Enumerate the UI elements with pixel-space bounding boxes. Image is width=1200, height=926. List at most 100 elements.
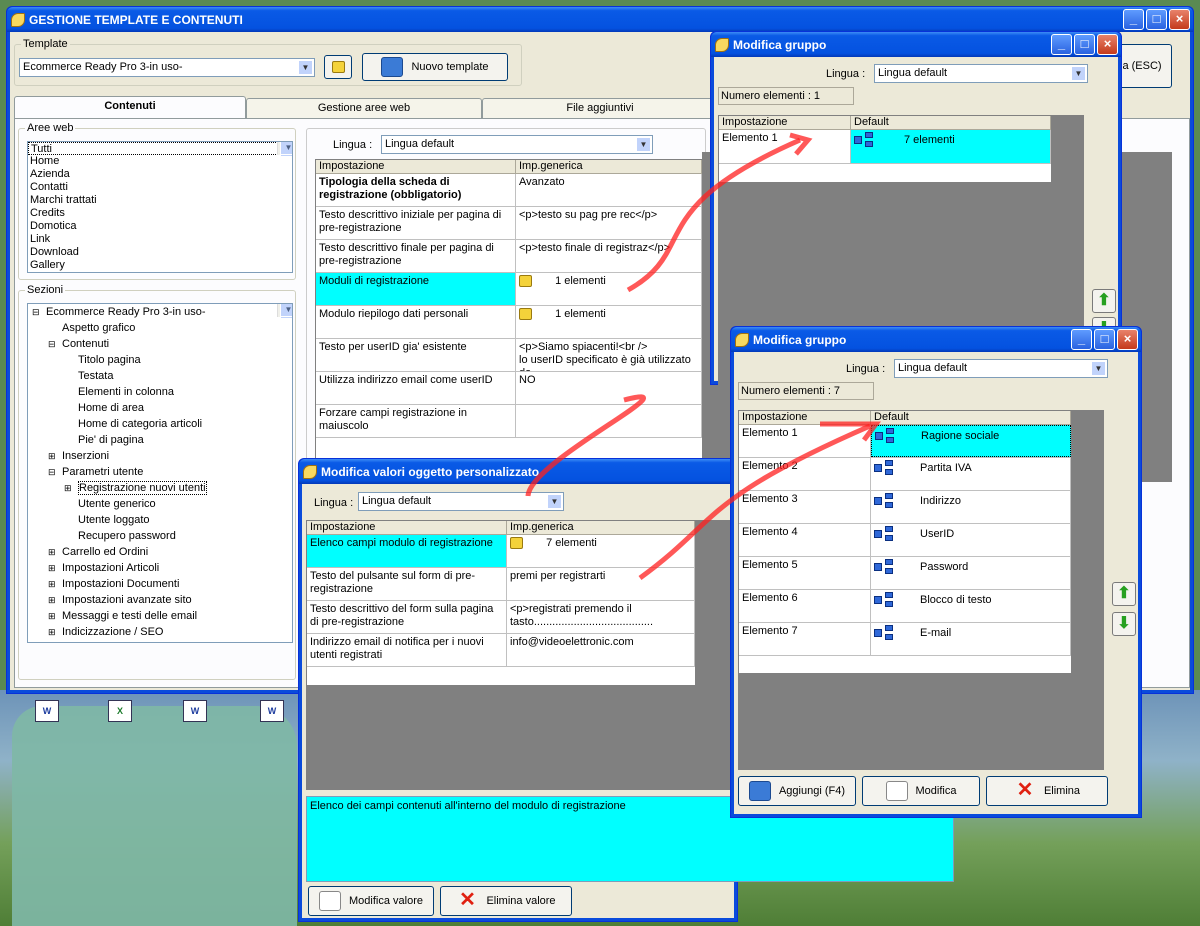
row-value[interactable]: Password: [871, 557, 1071, 589]
close-icon[interactable]: ×: [1169, 9, 1190, 30]
table-row[interactable]: Elemento 4 UserID: [739, 524, 1071, 557]
move-down-icon[interactable]: ⬇: [1112, 612, 1136, 636]
tree-item[interactable]: Home di area: [28, 400, 292, 416]
table-row[interactable]: Forzare campi registrazione in maiuscolo: [316, 405, 702, 438]
expander-icon[interactable]: ⊞: [48, 448, 62, 464]
expander-icon[interactable]: ⊞: [48, 624, 62, 640]
tree-item[interactable]: Aspetto grafico: [28, 320, 292, 336]
elimina-valore-button[interactable]: ✕ Elimina valore: [440, 886, 572, 916]
table-row[interactable]: Testo descrittivo iniziale per pagina di…: [316, 207, 702, 240]
tree-item[interactable]: Home di categoria articoli: [28, 416, 292, 432]
row-value[interactable]: <p>registrati premendo il tasto.........…: [507, 601, 695, 633]
tree-item[interactable]: ⊞ Impostazioni Documenti: [28, 576, 292, 592]
table-row[interactable]: Elemento 1 7 elementi: [719, 130, 1051, 164]
list-item[interactable]: Credits: [28, 207, 292, 220]
tree-item[interactable]: Recupero password: [28, 528, 292, 544]
word-document-icon[interactable]: W: [183, 700, 207, 722]
row-value[interactable]: 7 elementi: [851, 130, 1051, 163]
table-row[interactable]: Testo del pulsante sul form di pre-regis…: [307, 568, 695, 601]
row-value[interactable]: 1 elementi: [516, 273, 702, 305]
row-value[interactable]: premi per registrarti: [507, 568, 695, 600]
tree-item[interactable]: Utente loggato: [28, 512, 292, 528]
tree-item[interactable]: ⊞ Messaggi e testi delle email: [28, 608, 292, 624]
row-value[interactable]: 7 elementi: [507, 535, 695, 567]
table-row[interactable]: Elemento 1 Ragione sociale: [739, 425, 1071, 458]
table-row[interactable]: Elemento 6 Blocco di testo: [739, 590, 1071, 623]
list-item[interactable]: Domotica: [28, 220, 292, 233]
row-value[interactable]: Partita IVA: [871, 458, 1071, 490]
scroll-down-icon[interactable]: ▼: [280, 142, 292, 155]
open-folder-button[interactable]: [324, 55, 352, 79]
row-value[interactable]: Blocco di testo: [871, 590, 1071, 622]
table-row[interactable]: Modulo riepilogo dati personali 1 elemen…: [316, 306, 702, 339]
new-template-button[interactable]: Nuovo template: [362, 53, 508, 81]
maximize-icon[interactable]: □: [1094, 329, 1115, 350]
lingua-select[interactable]: Lingua default ▼: [894, 359, 1108, 378]
row-value[interactable]: UserID: [871, 524, 1071, 556]
list-item[interactable]: Home: [28, 155, 292, 168]
tree-item[interactable]: ⊟ Contenuti: [28, 336, 292, 352]
row-value[interactable]: NO: [516, 372, 702, 404]
word-document-icon[interactable]: W: [260, 700, 284, 722]
expander-icon[interactable]: ⊞: [48, 608, 62, 624]
chevron-down-icon[interactable]: ▼: [298, 60, 313, 75]
tree-item[interactable]: ⊞ Carrello ed Ordini: [28, 544, 292, 560]
tree-item[interactable]: ⊞ Indicizzazione / SEO: [28, 624, 292, 640]
table-row[interactable]: Elemento 7 E-mail: [739, 623, 1071, 656]
expander-icon[interactable]: ⊞: [48, 576, 62, 592]
chevron-down-icon[interactable]: ▼: [636, 137, 651, 152]
aggiungi-button[interactable]: Aggiungi (F4): [738, 776, 856, 806]
table-row[interactable]: Elemento 3 Indirizzo: [739, 491, 1071, 524]
word-document-icon[interactable]: W: [35, 700, 59, 722]
chevron-down-icon[interactable]: ▼: [1091, 361, 1106, 376]
elimina-button[interactable]: ✕ Elimina: [986, 776, 1108, 806]
tree-item[interactable]: Testata: [28, 368, 292, 384]
expander-icon[interactable]: ⊞: [48, 544, 62, 560]
modifica-button[interactable]: Modifica: [862, 776, 980, 806]
scroll-down-icon[interactable]: ▼: [280, 304, 292, 317]
lingua-select[interactable]: Lingua default ▼: [874, 64, 1088, 83]
list-item[interactable]: Download: [28, 246, 292, 259]
tree-item[interactable]: Utente generico: [28, 496, 292, 512]
tab-file-aggiuntivi[interactable]: File aggiuntivi: [482, 98, 718, 118]
tree-item[interactable]: Titolo pagina: [28, 352, 292, 368]
tree-item[interactable]: ⊞ Inserzioni: [28, 448, 292, 464]
table-row[interactable]: Utilizza indirizzo email come userID NO: [316, 372, 702, 405]
move-up-icon[interactable]: ⬆: [1092, 289, 1116, 313]
row-value[interactable]: info@videoelettronic.com: [507, 634, 695, 666]
row-value[interactable]: Avanzato: [516, 174, 702, 206]
maximize-icon[interactable]: □: [1146, 9, 1167, 30]
tab-contenuti[interactable]: Contenuti: [14, 96, 246, 118]
tree-item[interactable]: ⊟ Ecommerce Ready Pro 3-in uso-: [28, 304, 292, 320]
template-select[interactable]: Ecommerce Ready Pro 3-in uso- ▼: [19, 58, 315, 77]
tab-gestione-aree-web[interactable]: Gestione aree web: [246, 98, 482, 118]
close-icon[interactable]: ×: [1097, 34, 1118, 55]
move-up-icon[interactable]: ⬆: [1112, 582, 1136, 606]
sezioni-scrollbar[interactable]: ▲▼: [277, 304, 292, 319]
excel-document-icon[interactable]: X: [108, 700, 132, 722]
maximize-icon[interactable]: □: [1074, 34, 1095, 55]
list-item[interactable]: Link: [28, 233, 292, 246]
table-row[interactable]: Elenco campi modulo di registrazione 7 e…: [307, 535, 695, 568]
lingua-select[interactable]: Lingua default ▼: [358, 492, 564, 511]
tree-item[interactable]: Elementi in colonna: [28, 384, 292, 400]
table-row[interactable]: Indirizzo email di notifica per i nuovi …: [307, 634, 695, 667]
table-row[interactable]: Testo per userID gia' esistente <p>Siamo …: [316, 339, 702, 372]
sezioni-tree[interactable]: ▲▼ ⊟Ecommerce Ready Pro 3-in uso-Aspetto…: [27, 303, 293, 643]
row-value[interactable]: E-mail: [871, 623, 1071, 655]
minimize-icon[interactable]: _: [1071, 329, 1092, 350]
list-item[interactable]: Azienda: [28, 168, 292, 181]
row-value[interactable]: 1 elementi: [516, 306, 702, 338]
modifica-valore-button[interactable]: Modifica valore: [308, 886, 434, 916]
tree-item[interactable]: Pie' di pagina: [28, 432, 292, 448]
row-value[interactable]: Ragione sociale: [871, 425, 1071, 457]
chevron-down-icon[interactable]: ▼: [1071, 66, 1086, 81]
row-value[interactable]: <p>Siamo spiacenti!<br /> lo userID spec…: [516, 339, 702, 371]
list-item[interactable]: Marchi trattati: [28, 194, 292, 207]
minimize-icon[interactable]: _: [1123, 9, 1144, 30]
chevron-down-icon[interactable]: ▼: [547, 494, 562, 509]
table-row[interactable]: Moduli di registrazione 1 elementi: [316, 273, 702, 306]
expander-icon[interactable]: ⊞: [64, 480, 78, 496]
list-item[interactable]: Contatti: [28, 181, 292, 194]
minimize-icon[interactable]: _: [1051, 34, 1072, 55]
